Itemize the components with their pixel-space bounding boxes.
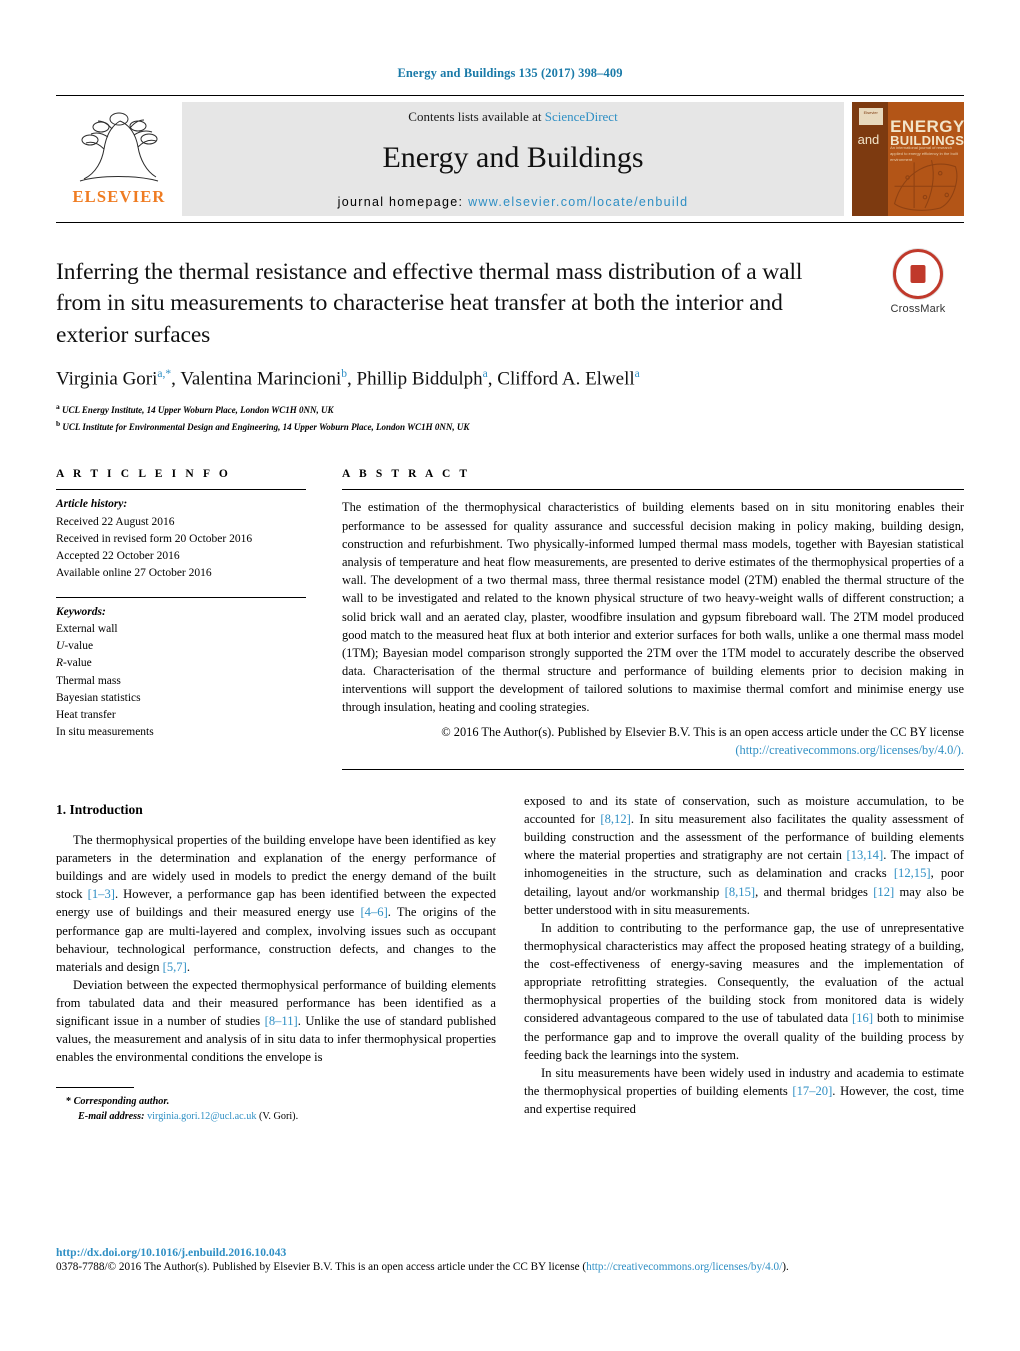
article-info-heading: A R T I C L E I N F O	[56, 468, 231, 481]
footer-cc-link[interactable]: http://creativecommons.org/licenses/by/4…	[586, 1261, 782, 1273]
footnote-star: *	[66, 1095, 72, 1107]
sciencedirect-link[interactable]: ScienceDirect	[545, 109, 618, 124]
keyword-item: R-value	[56, 657, 92, 670]
citation-reference[interactable]: [8,15]	[725, 885, 755, 899]
history-item: Accepted 22 October 2016	[56, 550, 180, 563]
keyword-item: U-value	[56, 640, 94, 653]
paragraph: The thermophysical properties of the bui…	[56, 832, 497, 974]
citation-reference[interactable]: [5,7]	[163, 960, 187, 974]
affiliation-b: b UCL Institute for Environmental Design…	[56, 418, 470, 432]
info-abstract-region: A R T I C L E I N F O Article history: R…	[56, 468, 964, 770]
crossmark-icon	[893, 249, 943, 299]
footnote-line-1: * Corresponding author.	[66, 1094, 496, 1110]
paragraph: Deviation between the expected thermophy…	[56, 977, 497, 1065]
abstract-column: A B S T R A C T The estimation of the th…	[342, 468, 964, 770]
journal-homepage-line: journal homepage: www.elsevier.com/locat…	[338, 195, 689, 209]
email-link[interactable]: virginia.gori.12@ucl.ac.uk	[147, 1111, 256, 1122]
affiliations: a UCL Energy Institute, 14 Upper Woburn …	[56, 401, 844, 435]
cover-subtitle-text: An international journal of research app…	[890, 145, 958, 163]
page-title: Inferring the thermal resistance and eff…	[56, 259, 803, 348]
corresponding-author-label: Corresponding author.	[73, 1095, 170, 1107]
email-address-label: E-mail address:	[78, 1111, 145, 1123]
homepage-prefix: journal homepage:	[337, 195, 469, 209]
doi-link[interactable]: http://dx.doi.org/10.1016/j.enbuild.2016…	[56, 1246, 964, 1259]
issn-copyright-line: 0378-7788/© 2016 The Author(s). Publishe…	[56, 1261, 964, 1273]
keyword-item: Heat transfer	[56, 709, 116, 722]
masthead-center: Contents lists available at ScienceDirec…	[182, 102, 844, 216]
history-item: Available online 27 October 2016	[56, 567, 212, 580]
affiliation-a: a UCL Energy Institute, 14 Upper Woburn …	[56, 401, 334, 415]
citation-reference[interactable]: [4–6]	[360, 905, 387, 919]
citation-reference[interactable]: [12]	[873, 885, 894, 899]
page-footer: http://dx.doi.org/10.1016/j.enbuild.2016…	[56, 1246, 964, 1273]
affiliation-b-text: UCL Institute for Environmental Design a…	[62, 421, 470, 432]
homepage-url-link[interactable]: www.elsevier.com/locate/enbuild	[468, 195, 688, 209]
citation-reference[interactable]: [8,12]	[600, 812, 630, 826]
copyright-text: © 2016 The Author(s). Published by Elsev…	[441, 724, 964, 739]
keywords-label: Keywords:	[56, 605, 106, 618]
keyword-item: Bayesian statistics	[56, 691, 141, 704]
footnote-line-2: E-mail address: virginia.gori.12@ucl.ac.…	[66, 1109, 496, 1125]
citation-reference[interactable]: [1–3]	[88, 887, 115, 901]
contents-available-line: Contents lists available at ScienceDirec…	[408, 109, 617, 125]
left-column: 1. Introduction The thermophysical prope…	[56, 792, 496, 1125]
citation-reference[interactable]: [17–20]	[792, 1084, 832, 1098]
article-history-block: Article history: Received 22 August 2016…	[56, 490, 306, 596]
issn-tail: ).	[782, 1261, 789, 1273]
crossmark-badge[interactable]: CrossMark	[872, 249, 964, 315]
corresponding-author-footnote: * Corresponding author. E-mail address: …	[56, 1094, 496, 1126]
article-history-label: Article history:	[56, 498, 128, 511]
elsevier-wordmark: ELSEVIER	[72, 187, 166, 206]
journal-masthead: ELSEVIER Contents lists available at Sci…	[56, 95, 964, 223]
citation-reference[interactable]: [13,14]	[846, 848, 883, 862]
body-columns: 1. Introduction The thermophysical prope…	[56, 792, 964, 1125]
paragraph: In addition to contributing to the perfo…	[524, 920, 964, 1062]
section-heading-introduction: 1. Introduction	[56, 801, 143, 817]
paragraph: exposed to and its state of conservation…	[524, 793, 964, 917]
history-item: Received in revised form 20 October 2016	[56, 532, 253, 545]
paragraph: In situ measurements have been widely us…	[524, 1065, 964, 1116]
abstract-text: The estimation of the thermophysical cha…	[342, 500, 964, 715]
keyword-item: Thermal mass	[56, 674, 121, 687]
cover-publisher-badge: Elsevier	[858, 107, 883, 125]
abstract-copyright: © 2016 The Author(s). Published by Elsev…	[342, 723, 964, 759]
article-title-block: CrossMark Inferring the thermal resistan…	[56, 249, 964, 435]
affiliation-a-text: UCL Energy Institute, 14 Upper Woburn Pl…	[62, 404, 334, 415]
footnote-separator	[56, 1086, 134, 1088]
article-info-column: A R T I C L E I N F O Article history: R…	[56, 468, 306, 769]
history-item: Received 22 August 2016	[56, 515, 175, 528]
abstract-rule-bottom	[342, 768, 964, 770]
issn-text: 0378-7788/© 2016 The Author(s). Publishe…	[56, 1261, 587, 1273]
author-list: Virginia Goria,*, Valentina Marincionib,…	[56, 368, 640, 390]
keyword-item: External wall	[56, 622, 118, 635]
contents-prefix: Contents lists available at	[408, 109, 545, 124]
cover-and-text: and	[857, 131, 880, 147]
journal-cover-thumbnail[interactable]: Elsevier and ENERGY BUILDINGS An interna…	[852, 102, 964, 216]
citation-reference[interactable]: [16]	[852, 1011, 873, 1025]
keyword-item: In situ measurements	[56, 726, 154, 739]
running-head: Energy and Buildings 135 (2017) 398–409	[397, 66, 623, 80]
abstract-heading: A B S T R A C T	[342, 468, 471, 481]
journal-title: Energy and Buildings	[382, 141, 644, 174]
keywords-block: Keywords: External wall U-value R-value …	[56, 598, 306, 742]
cc-license-link[interactable]: (http://creativecommons.org/licenses/by/…	[735, 743, 964, 757]
elsevier-tree-icon	[79, 112, 159, 182]
crossmark-label: CrossMark	[890, 303, 946, 315]
right-column: exposed to and its state of conservation…	[524, 792, 964, 1125]
paper-page: Energy and Buildings 135 (2017) 398–409	[0, 0, 1020, 1351]
email-suffix: (V. Gori).	[258, 1111, 299, 1123]
citation-reference[interactable]: [12,15]	[894, 866, 931, 880]
elsevier-logo: ELSEVIER	[56, 96, 182, 222]
citation-reference[interactable]: [8–11]	[265, 1014, 298, 1028]
